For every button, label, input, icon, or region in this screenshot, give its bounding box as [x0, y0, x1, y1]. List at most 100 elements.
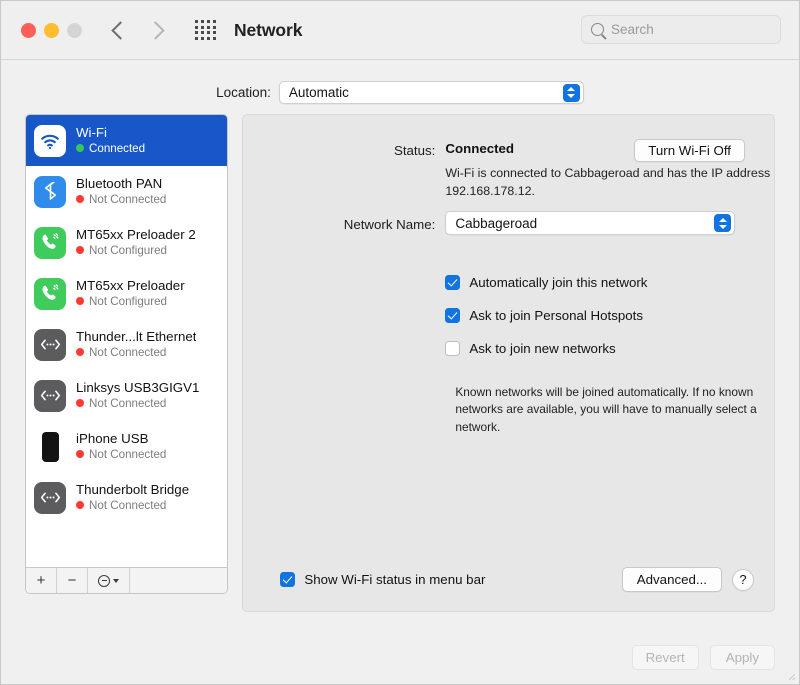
ask-join-hotspots-label: Ask to join Personal Hotspots — [469, 308, 643, 323]
close-button[interactable] — [21, 23, 36, 38]
service-list-panel: Wi-Fi Connected Bluetooth PAN — [25, 114, 228, 594]
detail-bottom-row: Show Wi-Fi status in menu bar Advanced..… — [280, 567, 754, 592]
status-label: Status: — [243, 141, 435, 158]
auto-join-network-checkbox-row[interactable]: Automatically join this network — [445, 275, 647, 290]
ask-join-new-networks-label: Ask to join new networks — [469, 341, 615, 356]
service-name: Bluetooth PAN — [76, 177, 166, 192]
chevron-down-icon — [113, 579, 119, 583]
chevron-updown-icon — [563, 84, 580, 102]
service-status: Not Configured — [76, 244, 196, 257]
location-label: Location: — [216, 85, 271, 100]
service-name: MT65xx Preloader 2 — [76, 228, 196, 243]
search-icon — [591, 23, 604, 36]
show-wifi-status-checkbox[interactable] — [280, 572, 295, 587]
service-name: Wi-Fi — [76, 126, 145, 141]
modem-phone-icon — [34, 227, 66, 259]
turn-wifi-off-button[interactable]: Turn Wi-Fi Off — [634, 139, 745, 162]
service-name: Thunder...lt Ethernet — [76, 330, 196, 345]
location-popup-button[interactable]: Automatic — [279, 81, 584, 104]
page-title: Network — [234, 20, 302, 41]
wifi-icon — [34, 125, 66, 157]
revert-button[interactable]: Revert — [632, 645, 699, 670]
service-status: Not Configured — [76, 295, 185, 308]
status-dot-disconnected — [76, 195, 84, 203]
service-status: Not Connected — [76, 499, 189, 512]
network-preferences-window: Network Search Location: Automatic — [0, 0, 800, 685]
status-dot-connected — [76, 144, 84, 152]
zoom-button[interactable] — [67, 23, 82, 38]
status-dot-disconnected — [76, 450, 84, 458]
minimize-button[interactable] — [44, 23, 59, 38]
network-name-popup-button[interactable]: Cabbageroad — [445, 211, 735, 235]
search-field[interactable]: Search — [581, 15, 781, 44]
service-name: MT65xx Preloader — [76, 279, 185, 294]
service-status: Not Connected — [76, 193, 166, 206]
bluetooth-icon — [34, 176, 66, 208]
status-value: Connected — [435, 141, 514, 158]
service-row-wifi[interactable]: Wi-Fi Connected — [26, 115, 227, 166]
iphone-icon — [34, 431, 66, 463]
service-name: Thunderbolt Bridge — [76, 483, 189, 498]
status-dot-disconnected — [76, 501, 84, 509]
service-row-thunderbolt-bridge[interactable]: Thunderbolt Bridge Not Connected — [26, 472, 227, 523]
service-row-iphone-usb[interactable]: iPhone USB Not Connected — [26, 421, 227, 472]
service-list: Wi-Fi Connected Bluetooth PAN — [26, 115, 227, 567]
show-wifi-status-label: Show Wi-Fi status in menu bar — [304, 572, 485, 587]
modem-phone-icon — [34, 278, 66, 310]
titlebar: Network Search — [1, 1, 799, 60]
wifi-options-checkboxes: Automatically join this network Ask to j… — [445, 275, 647, 374]
search-placeholder: Search — [611, 22, 654, 37]
service-name: iPhone USB — [76, 432, 166, 447]
service-status: Not Connected — [76, 448, 166, 461]
location-value: Automatic — [280, 85, 349, 100]
status-dot-disconnected — [76, 348, 84, 356]
ethernet-icon — [34, 329, 66, 361]
main-body: Wi-Fi Connected Bluetooth PAN — [1, 114, 799, 612]
add-service-button[interactable]: + — [26, 568, 57, 593]
network-name-label: Network Name: — [243, 215, 435, 232]
ask-join-new-networks-checkbox-row[interactable]: Ask to join new networks — [445, 341, 647, 356]
service-status: Not Connected — [76, 397, 199, 410]
remove-service-button[interactable]: − — [57, 568, 88, 593]
wifi-detail-panel: Status: Connected Turn Wi-Fi Off Wi-Fi i… — [242, 114, 775, 612]
show-wifi-status-checkbox-row[interactable]: Show Wi-Fi status in menu bar — [280, 572, 485, 587]
service-row-mt65xx-preloader-2[interactable]: MT65xx Preloader 2 Not Configured — [26, 217, 227, 268]
status-dot-disconnected — [76, 399, 84, 407]
window-footer-buttons: Revert Apply — [632, 645, 775, 670]
gear-action-icon — [98, 575, 110, 587]
known-networks-hint: Known networks will be joined automatica… — [455, 384, 773, 436]
show-all-grid-icon[interactable] — [195, 20, 217, 40]
advanced-button[interactable]: Advanced... — [622, 567, 722, 592]
connection-description: Wi-Fi is connected to Cabbageroad and ha… — [445, 165, 775, 200]
service-row-linksys-usb3gigv1[interactable]: Linksys USB3GIGV1 Not Connected — [26, 370, 227, 421]
status-dot-disconnected — [76, 297, 84, 305]
service-status: Not Connected — [76, 346, 196, 359]
status-dot-disconnected — [76, 246, 84, 254]
network-name-value: Cabbageroad — [446, 216, 537, 231]
location-row: Location: Automatic — [1, 70, 799, 114]
apply-button[interactable]: Apply — [710, 645, 775, 670]
traffic-light-buttons — [21, 23, 82, 38]
resize-grip-icon[interactable] — [786, 671, 796, 681]
navigation-buttons — [114, 24, 162, 37]
service-status: Connected — [76, 142, 145, 155]
ask-join-hotspots-checkbox[interactable] — [445, 308, 460, 323]
ask-join-hotspots-checkbox-row[interactable]: Ask to join Personal Hotspots — [445, 308, 647, 323]
service-action-menu-button[interactable] — [88, 568, 130, 593]
chevron-updown-icon — [714, 214, 731, 232]
service-row-mt65xx-preloader[interactable]: MT65xx Preloader Not Configured — [26, 268, 227, 319]
auto-join-network-label: Automatically join this network — [469, 275, 647, 290]
service-list-toolbar: + − — [26, 567, 227, 593]
service-row-thunderbolt-ethernet[interactable]: Thunder...lt Ethernet Not Connected — [26, 319, 227, 370]
ask-join-new-networks-checkbox[interactable] — [445, 341, 460, 356]
ethernet-icon — [34, 380, 66, 412]
back-chevron-icon[interactable] — [111, 21, 129, 39]
service-row-bluetooth-pan[interactable]: Bluetooth PAN Not Connected — [26, 166, 227, 217]
service-name: Linksys USB3GIGV1 — [76, 381, 199, 396]
help-button[interactable]: ? — [732, 569, 754, 591]
toolbar-filler — [130, 568, 227, 593]
forward-chevron-icon[interactable] — [146, 21, 164, 39]
ethernet-icon — [34, 482, 66, 514]
auto-join-network-checkbox[interactable] — [445, 275, 460, 290]
network-name-row: Network Name: Cabbageroad — [243, 211, 774, 235]
